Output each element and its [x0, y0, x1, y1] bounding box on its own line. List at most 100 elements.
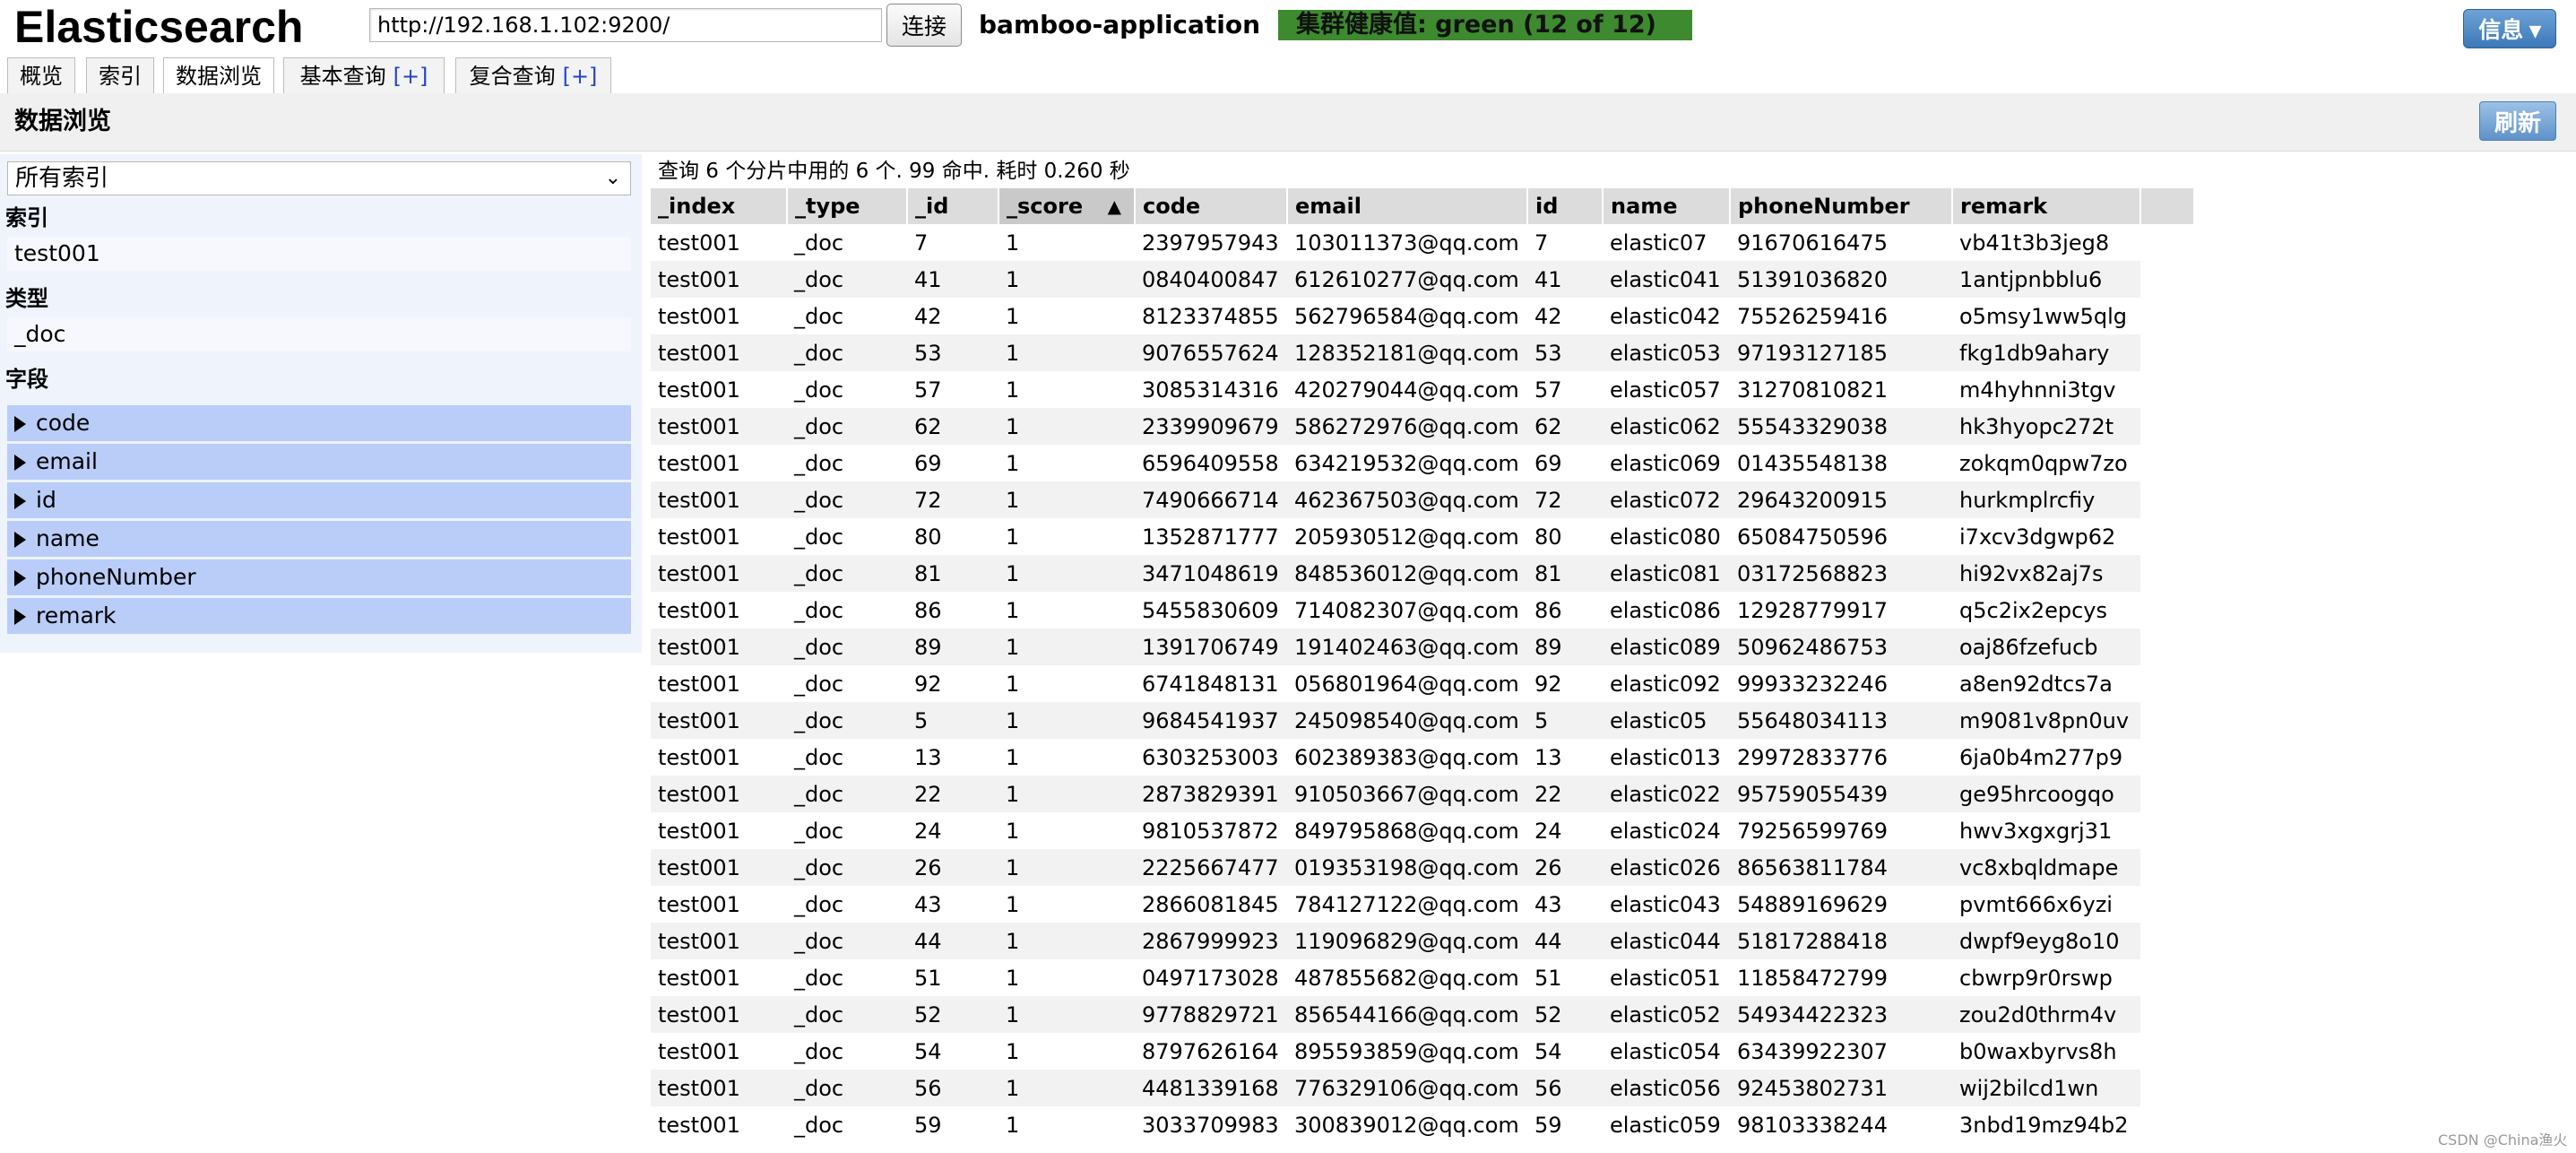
table-cell: 43	[1527, 886, 1603, 923]
table-cell: elastic056	[1603, 1070, 1730, 1106]
table-cell: test001	[651, 812, 787, 849]
table-cell: 51817288418	[1730, 923, 1952, 959]
table-row[interactable]: test001 _doc 86 1 5455830609 714082307@qq.com…	[651, 592, 2194, 629]
table-row[interactable]: test001 _doc 80 1 1352871777 205930512@qq.com…	[651, 518, 2194, 555]
column-header-name[interactable]: name	[1603, 188, 1731, 224]
table-row[interactable]: test001 _doc 72 1 7490666714 462367503@qq.com…	[651, 481, 2194, 518]
table-row[interactable]: test001 _doc 81 1 3471048619 848536012@qq.com…	[651, 555, 2194, 592]
table-row[interactable]: test001 _doc 43 1 2866081845 784127122@qq.com…	[651, 886, 2194, 923]
table-row[interactable]: test001 _doc 57 1 3085314316 420279044@qq.com…	[651, 371, 2194, 408]
index-select[interactable]: 所有索引 ⌄	[7, 161, 631, 195]
info-menu-button[interactable]: 信息 ▾	[2463, 9, 2556, 48]
table-row[interactable]: test001 _doc 41 1 0840400847 612610277@qq.com…	[651, 261, 2194, 298]
table-row[interactable]: test001 _doc 89 1 1391706749 191402463@qq.com…	[651, 629, 2194, 665]
table-row[interactable]: test001 _doc 56 1 4481339168 776329106@qq.com…	[651, 1070, 2194, 1106]
field-item-remark[interactable]: remark	[7, 598, 631, 634]
column-header-score[interactable]: _score ▲	[998, 188, 1136, 224]
tab-compound-query[interactable]: 复合查询 [+]	[455, 57, 611, 93]
table-cell: _doc	[787, 996, 907, 1033]
table-row[interactable]: test001 _doc 24 1 9810537872 849795868@qq.com…	[651, 812, 2194, 849]
table-cell: 2873829391	[1135, 776, 1287, 812]
table-row[interactable]: test001 _doc 22 1 2873829391 910503667@qq.com…	[651, 776, 2194, 812]
table-cell: 24	[1527, 812, 1603, 849]
table-cell: _doc	[787, 739, 907, 776]
table-cell: 29972833776	[1730, 739, 1952, 776]
column-header-email[interactable]: email	[1287, 188, 1528, 224]
table-row[interactable]: test001 _doc 13 1 6303253003 602389383@qq.com…	[651, 739, 2194, 776]
table-row[interactable]: test001 _doc 69 1 6596409558 634219532@qq.com…	[651, 445, 2194, 481]
caret-right-icon	[14, 570, 26, 586]
table-cell: 300839012@qq.com	[1287, 1106, 1527, 1143]
table-cell: 54889169629	[1730, 886, 1952, 923]
type-filter-item[interactable]: _doc	[7, 317, 631, 351]
table-row[interactable]: test001 _doc 92 1 6741848131 056801964@qq.com…	[651, 665, 2194, 702]
table-cell: 01435548138	[1730, 445, 1952, 481]
table-row[interactable]: test001 _doc 5 1 9684541937 245098540@qq.com 5…	[651, 702, 2194, 739]
sort-ascending-icon: ▲	[1107, 195, 1121, 217]
table-cell: 1	[998, 849, 1135, 886]
table-row[interactable]: test001 _doc 7 1 2397957943 103011373@qq.com 7…	[651, 224, 2194, 261]
cluster-url-input[interactable]	[369, 8, 882, 42]
table-cell: 019353198@qq.com	[1287, 849, 1527, 886]
column-header-type[interactable]: _type	[787, 188, 908, 224]
table-cell: pvmt666x6yzi	[1952, 886, 2140, 923]
tab-browser[interactable]: 数据浏览	[163, 57, 274, 95]
table-row[interactable]: test001 _doc 59 1 3033709983 300839012@qq.com…	[651, 1106, 2194, 1143]
main-tabs: 概览 索引 数据浏览 基本查询 [+] 复合查询 [+]	[0, 56, 2576, 95]
table-row[interactable]: test001 _doc 51 1 0497173028 487855682@qq.com…	[651, 959, 2194, 996]
refresh-button[interactable]: 刷新	[2479, 101, 2556, 141]
table-cell: _doc	[787, 334, 907, 371]
column-header-code[interactable]: code	[1135, 188, 1288, 224]
column-header-id[interactable]: id	[1527, 188, 1604, 224]
column-header-phonenumber[interactable]: phoneNumber	[1730, 188, 1953, 224]
tab-overview[interactable]: 概览	[7, 57, 75, 93]
table-cell: 3471048619	[1135, 555, 1287, 592]
field-item-id[interactable]: id	[7, 482, 631, 518]
cluster-name: bamboo-application	[979, 10, 1261, 39]
table-cell: 602389383@qq.com	[1287, 739, 1527, 776]
table-cell: elastic043	[1603, 886, 1730, 923]
table-cell: _doc	[787, 1106, 907, 1143]
tab-indices[interactable]: 索引	[86, 57, 154, 93]
table-cell: 562796584@qq.com	[1287, 298, 1527, 334]
table-cell: 53	[907, 334, 998, 371]
table-row[interactable]: test001 _doc 26 1 2225667477 019353198@qq.com…	[651, 849, 2194, 886]
table-cell: elastic080	[1603, 518, 1730, 555]
column-header-remark[interactable]: remark	[1952, 188, 2141, 224]
add-compound-query-link[interactable]: [+]	[563, 64, 598, 89]
table-cell: elastic057	[1603, 371, 1730, 408]
field-item-phonenumber[interactable]: phoneNumber	[7, 559, 631, 595]
table-cell: test001	[651, 959, 787, 996]
table-cell: 29643200915	[1730, 481, 1952, 518]
index-filter-item[interactable]: test001	[7, 237, 631, 271]
table-cell: hi92vx82aj7s	[1952, 555, 2140, 592]
table-row[interactable]: test001 _doc 62 1 2339909679 586272976@qq.com…	[651, 408, 2194, 445]
table-row[interactable]: test001 _doc 53 1 9076557624 128352181@qq.com…	[651, 334, 2194, 371]
table-row[interactable]: test001 _doc 54 1 8797626164 895593859@qq.com…	[651, 1033, 2194, 1070]
table-row[interactable]: test001 _doc 44 1 2867999923 119096829@qq.com…	[651, 923, 2194, 959]
field-item-name[interactable]: name	[7, 521, 631, 557]
field-item-code[interactable]: code	[7, 405, 631, 441]
column-header-index[interactable]: _index	[651, 188, 788, 224]
table-cell: 52	[907, 996, 998, 1033]
table-cell: 52	[1527, 996, 1603, 1033]
table-row[interactable]: test001 _doc 42 1 8123374855 562796584@qq.com…	[651, 298, 2194, 334]
add-basic-query-link[interactable]: [+]	[393, 64, 428, 89]
caret-right-icon	[14, 416, 26, 432]
table-cell: 56	[1527, 1070, 1603, 1106]
field-item-email[interactable]: email	[7, 444, 631, 480]
table-cell: 75526259416	[1730, 298, 1952, 334]
table-cell: 81	[907, 555, 998, 592]
table-cell: m4hyhnni3tgv	[1952, 371, 2140, 408]
table-cell: 0497173028	[1135, 959, 1287, 996]
column-header-id[interactable]: _id	[907, 188, 999, 224]
table-cell: 6303253003	[1135, 739, 1287, 776]
table-cell: 7	[1527, 224, 1603, 261]
table-cell: 119096829@qq.com	[1287, 923, 1527, 959]
watermark: CSDN @China渔火	[2438, 1131, 2568, 1149]
connect-button[interactable]: 连接	[886, 4, 962, 47]
table-row[interactable]: test001 _doc 52 1 9778829721 856544166@qq.com…	[651, 996, 2194, 1033]
table-cell: 13	[1527, 739, 1603, 776]
tab-basic-query[interactable]: 基本查询 [+]	[283, 57, 445, 93]
table-cell: test001	[651, 886, 787, 923]
